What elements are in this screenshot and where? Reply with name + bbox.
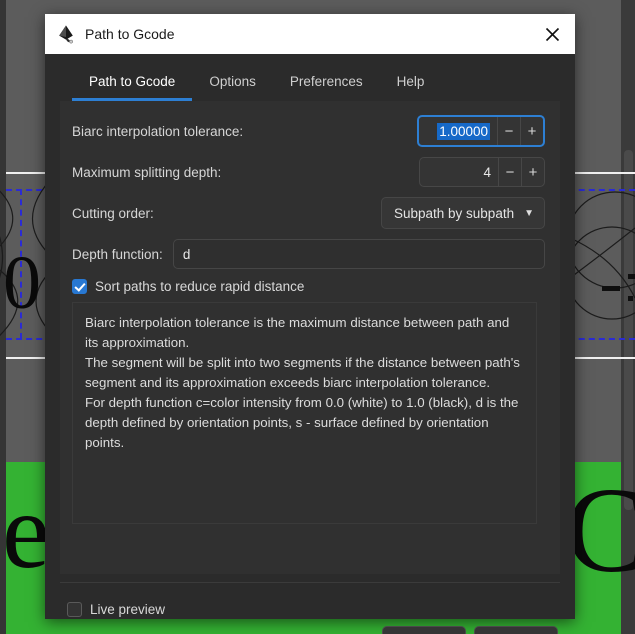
path-to-gcode-dialog: Path to Gcode Path to Gcode Options Pref… — [45, 14, 575, 634]
max-splitting-depth-increment-button[interactable]: + — [521, 158, 544, 186]
close-icon[interactable] — [529, 14, 575, 54]
cutting-order-label: Cutting order: — [72, 205, 154, 221]
live-preview-label: Live preview — [90, 602, 166, 617]
tab-help[interactable]: Help — [380, 74, 442, 101]
description-line-1: Biarc interpolation tolerance is the max… — [85, 315, 510, 350]
row-biarc-tolerance: Biarc interpolation tolerance: 1.00000 −… — [72, 115, 545, 147]
description-box: Biarc interpolation tolerance is the max… — [72, 302, 537, 524]
dialog-buttons: Close Apply — [382, 626, 558, 634]
tab-options[interactable]: Options — [192, 74, 273, 101]
row-max-splitting-depth: Maximum splitting depth: 4 − + — [72, 157, 545, 187]
max-splitting-depth-spinbox[interactable]: 4 − + — [419, 157, 545, 187]
biarc-tolerance-value: 1.00000 — [437, 122, 490, 140]
sort-paths-checkbox-row[interactable]: Sort paths to reduce rapid distance — [72, 279, 545, 294]
canvas-path-circles-right — [570, 191, 635, 320]
close-button[interactable]: Close — [382, 626, 466, 634]
canvas-glyph-zero: 0 — [3, 241, 41, 325]
tab-preferences[interactable]: Preferences — [273, 74, 380, 101]
inkscape-logo-icon — [56, 24, 76, 44]
dialog-title: Path to Gcode — [85, 26, 175, 42]
biarc-tolerance-label: Biarc interpolation tolerance: — [72, 123, 244, 139]
footer-divider — [60, 582, 560, 583]
dialog-titlebar[interactable]: Path to Gcode — [45, 14, 575, 54]
depth-function-label: Depth function: — [72, 246, 163, 262]
live-preview-checkbox[interactable] — [67, 602, 82, 617]
tab-path-to-gcode[interactable]: Path to Gcode — [72, 74, 193, 101]
cutting-order-dropdown[interactable]: Subpath by subpath ▼ — [380, 197, 545, 229]
apply-button[interactable]: Apply — [474, 626, 558, 634]
biarc-tolerance-input[interactable]: 1.00000 — [419, 117, 497, 145]
max-splitting-depth-label: Maximum splitting depth: — [72, 164, 222, 180]
description-line-3: For depth function c=color intensity fro… — [85, 395, 519, 450]
canvas-glyph-e: e — [2, 472, 50, 591]
sort-paths-checkbox[interactable] — [72, 279, 87, 294]
max-splitting-depth-input[interactable]: 4 — [420, 158, 498, 186]
row-cutting-order: Cutting order: Subpath by subpath ▼ — [72, 197, 545, 229]
sort-paths-label: Sort paths to reduce rapid distance — [95, 279, 305, 294]
depth-function-input[interactable]: d — [172, 239, 545, 269]
row-depth-function: Depth function: d — [72, 239, 545, 269]
max-splitting-depth-decrement-button[interactable]: − — [498, 158, 521, 186]
screen: 0 e C Path to Gcode Path to Gcode Option… — [0, 0, 635, 634]
cutting-order-value: Subpath by subpath — [393, 205, 515, 221]
description-line-2: The segment will be split into two segme… — [85, 355, 520, 390]
form-area: Biarc interpolation tolerance: 1.00000 −… — [60, 101, 560, 524]
chevron-down-icon: ▼ — [524, 207, 534, 219]
biarc-tolerance-decrement-button[interactable]: − — [497, 117, 520, 145]
depth-function-value: d — [182, 246, 191, 262]
tab-content-panel: Biarc interpolation tolerance: 1.00000 −… — [60, 101, 560, 574]
tab-bar: Path to Gcode Options Preferences Help — [60, 62, 560, 102]
biarc-tolerance-spinbox[interactable]: 1.00000 − + — [417, 115, 545, 147]
canvas-glyph-c: C — [565, 463, 635, 598]
max-splitting-depth-value: 4 — [483, 164, 491, 180]
dialog-body: Path to Gcode Options Preferences Help B… — [45, 54, 575, 634]
biarc-tolerance-increment-button[interactable]: + — [520, 117, 543, 145]
live-preview-row[interactable]: Live preview — [67, 602, 165, 617]
